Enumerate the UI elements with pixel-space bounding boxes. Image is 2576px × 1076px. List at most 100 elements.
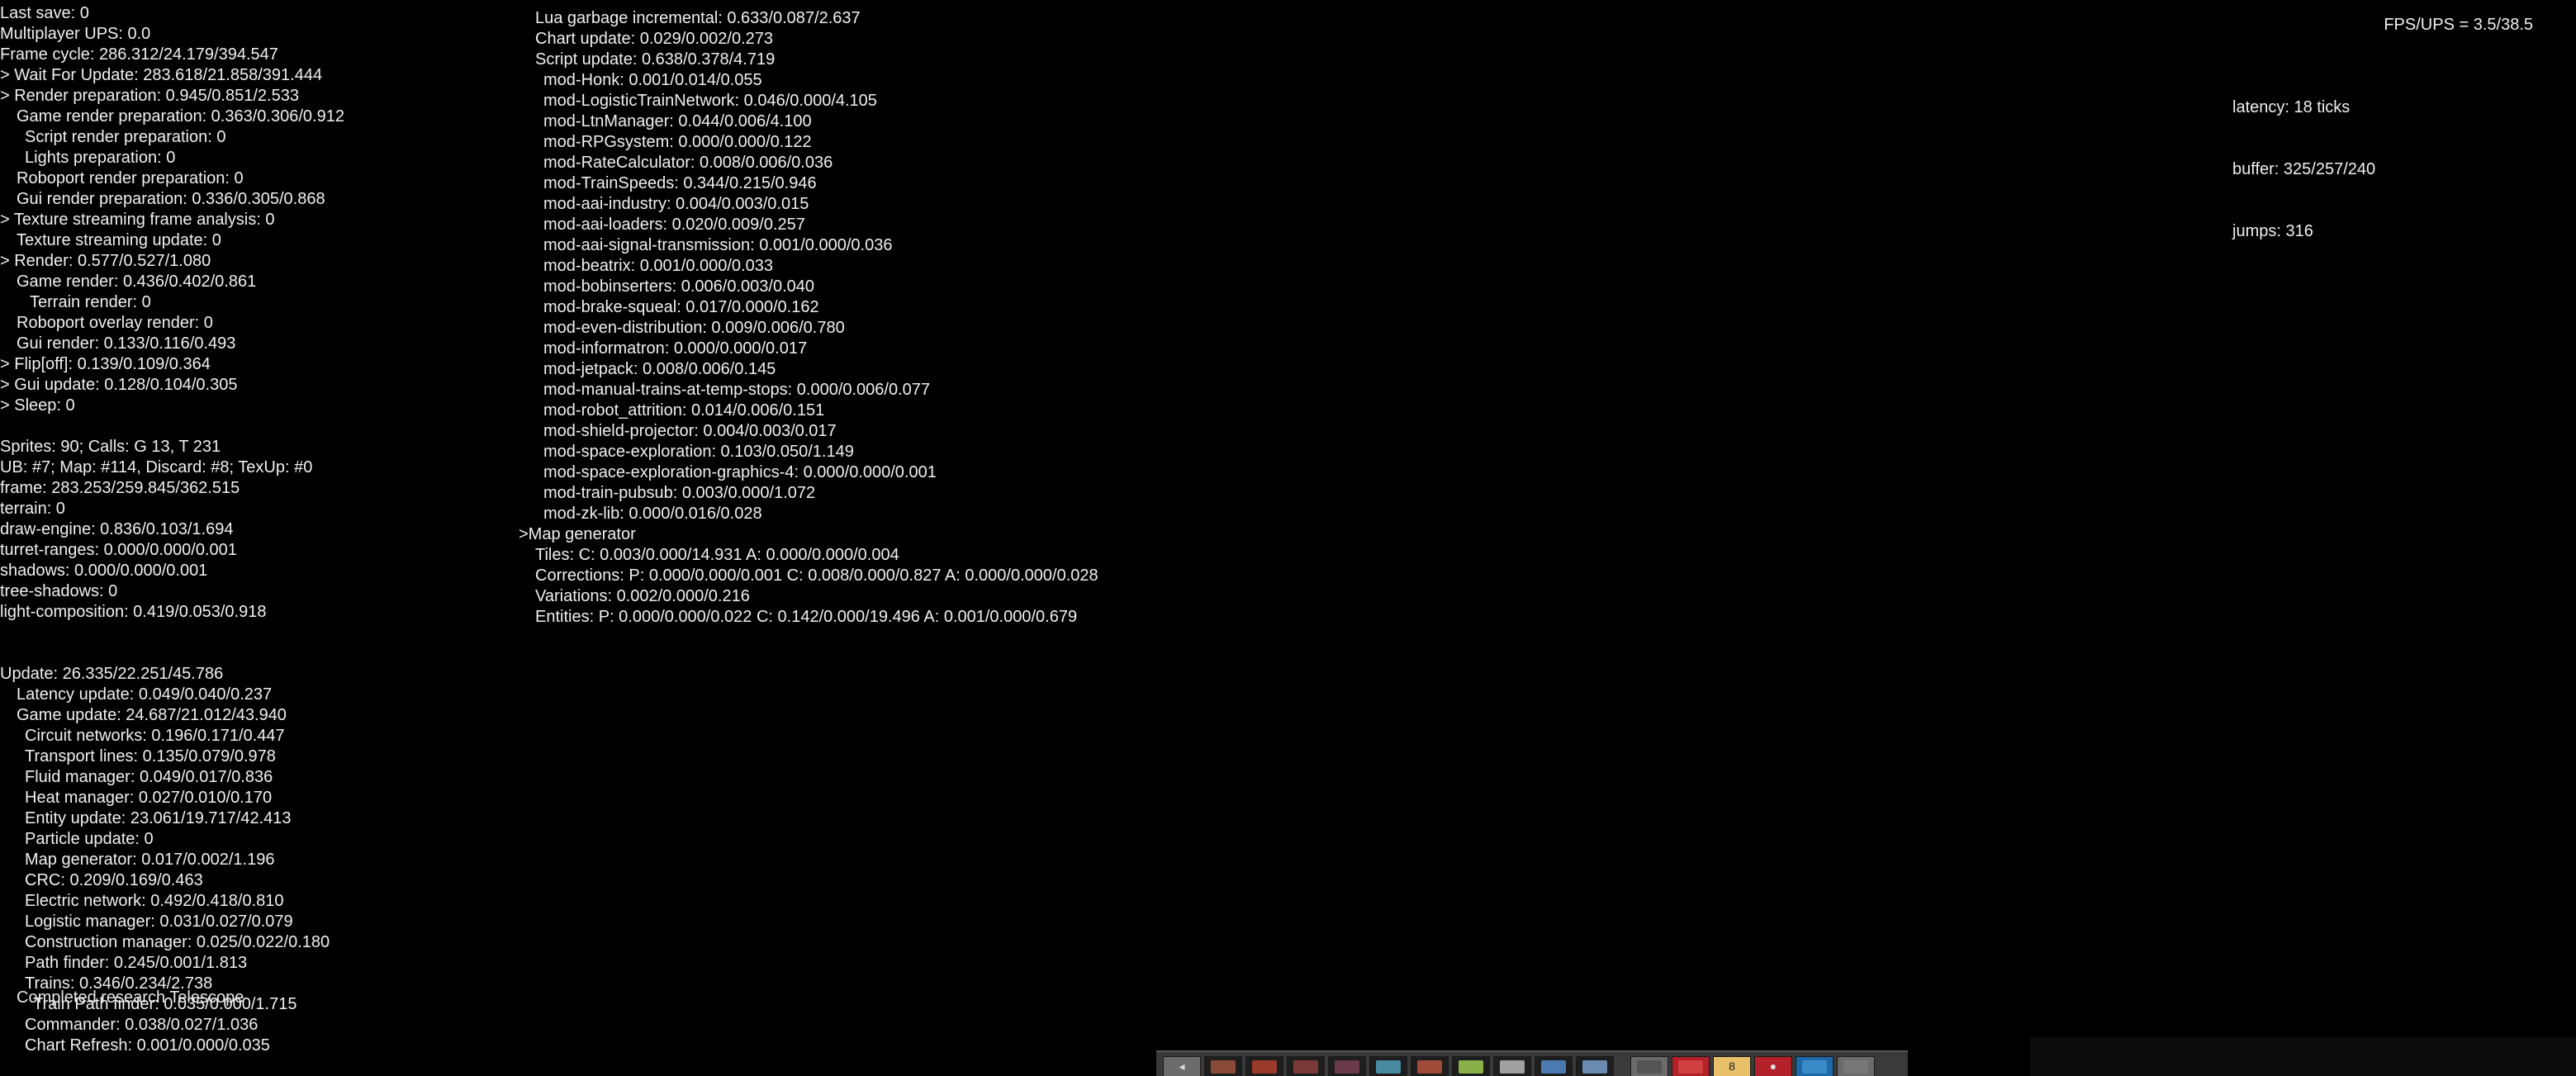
debug-stat-line: Script update: 0.638/0.378/4.719 — [535, 50, 776, 69]
debug-stat-line: Map generator: 0.017/0.002/1.196 — [25, 851, 275, 869]
debug-stat-line: Chart update: 0.029/0.002/0.273 — [535, 30, 774, 48]
debug-stat-line: terrain: 0 — [0, 500, 65, 518]
item-icon — [1459, 1059, 1483, 1074]
debug-stat-line: mod-robot_attrition: 0.014/0.006/0.151 — [543, 401, 825, 419]
item-icon — [1376, 1059, 1401, 1074]
debug-stat-line: mod-RPGsystem: 0.000/0.000/0.122 — [543, 133, 812, 151]
quickbar-slot-3[interactable] — [1287, 1056, 1325, 1076]
item-icon — [1802, 1059, 1827, 1074]
debug-stat-line: mod-RateCalculator: 0.008/0.006/0.036 — [543, 154, 833, 172]
debug-stat-line: Multiplayer UPS: 0.0 — [0, 25, 151, 43]
toolbar-button-6[interactable] — [1837, 1056, 1875, 1076]
debug-left-column: Last save: 0 Multiplayer UPS: 0.0 Frame cy… — [0, 3, 344, 1056]
item-icon — [1335, 1059, 1359, 1074]
debug-stat-line: Roboport render preparation: 0 — [17, 169, 244, 187]
debug-stat-line: Path finder: 0.245/0.001/1.813 — [25, 954, 248, 972]
item-icon — [1500, 1059, 1525, 1074]
toolbar-button-5[interactable] — [1796, 1056, 1834, 1076]
debug-stat-line: mod-aai-signal-transmission: 0.001/0.000… — [543, 236, 893, 254]
debug-stat-line: > Render: 0.577/0.527/1.080 — [0, 252, 211, 270]
debug-stat-line: Electric network: 0.492/0.418/0.810 — [25, 892, 284, 910]
debug-stat-line: mod-informatron: 0.000/0.000/0.017 — [543, 339, 808, 358]
debug-stat-line: Corrections: P: 0.000/0.000/0.001 C: 0.0… — [535, 566, 1098, 585]
toolbar-button-4[interactable]: ● — [1754, 1056, 1792, 1076]
debug-stat-line: Heat manager: 0.027/0.010/0.170 — [25, 789, 273, 807]
debug-stat-line: > Flip[off]: 0.139/0.109/0.364 — [0, 355, 211, 373]
debug-stat-line: mod-LogisticTrainNetwork: 0.046/0.000/4.… — [543, 92, 877, 110]
debug-stat-line: Particle update: 0 — [25, 830, 154, 848]
quickbar: ◂ 8 ● — [1156, 1050, 1908, 1076]
quickbar-slot-8[interactable] — [1493, 1056, 1531, 1076]
quickbar-slot-1[interactable] — [1204, 1056, 1242, 1076]
debug-stat-line: Update: 26.335/22.251/45.786 — [0, 665, 224, 683]
debug-stat-line: mod-brake-squeal: 0.017/0.000/0.162 — [543, 298, 819, 316]
debug-stat-line: mod-aai-industry: 0.004/0.003/0.015 — [543, 195, 809, 213]
debug-stat-line: mod-space-exploration: 0.103/0.050/1.149 — [543, 443, 854, 461]
research-notification: Completed research Telescope — [17, 988, 244, 1007]
debug-stat-line: Frame cycle: 286.312/24.179/394.547 — [0, 45, 278, 64]
quickbar-slot-7[interactable] — [1452, 1056, 1490, 1076]
item-icon — [1637, 1059, 1662, 1074]
debug-stat-line: shadows: 0.000/0.000/0.001 — [0, 562, 208, 580]
debug-stat-line: Latency update: 0.049/0.040/0.237 — [17, 685, 273, 704]
quickbar-slot-5[interactable] — [1369, 1056, 1407, 1076]
latency-text: latency: 18 ticks — [2232, 98, 2351, 116]
debug-stat-line: >Map generator — [519, 525, 636, 543]
debug-stat-line: Construction manager: 0.025/0.022/0.180 — [25, 933, 330, 951]
debug-stat-line: mod-bobinserters: 0.006/0.003/0.040 — [543, 277, 814, 296]
debug-stat-line: > Sleep: 0 — [0, 396, 75, 415]
debug-stat-line: Commander: 0.038/0.027/1.036 — [25, 1016, 259, 1034]
debug-stat-line: Texture streaming update: 0 — [17, 231, 221, 249]
debug-stat-line: mod-aai-loaders: 0.020/0.009/0.257 — [543, 216, 805, 234]
debug-stat-line: mod-manual-trains-at-temp-stops: 0.000/0… — [543, 381, 931, 399]
debug-stat-line: Chart Refresh: 0.001/0.000/0.035 — [25, 1036, 270, 1055]
item-icon — [1211, 1059, 1236, 1074]
item-icon — [1582, 1059, 1607, 1074]
debug-stat-line: Roboport overlay render: 0 — [17, 314, 213, 332]
fps-ups-readout: FPS/UPS = 3.5/38.5 — [2384, 16, 2533, 34]
debug-stat-line: Lua garbage incremental: 0.633/0.087/2.6… — [535, 9, 861, 27]
debug-stat-line: Tiles: C: 0.003/0.000/14.931 A: 0.000/0.… — [535, 546, 899, 564]
debug-stat-line: Sprites: 90; Calls: G 13, T 231 — [0, 438, 221, 456]
debug-stat-line: Variations: 0.002/0.000/0.216 — [535, 587, 750, 605]
debug-stat-line: tree-shadows: 0 — [0, 582, 118, 600]
debug-stat-line: mod-Honk: 0.001/0.014/0.055 — [543, 71, 762, 89]
item-icon — [1293, 1059, 1318, 1074]
debug-stat-line: Script render preparation: 0 — [25, 128, 226, 146]
debug-stat-line: Logistic manager: 0.031/0.027/0.079 — [25, 912, 293, 931]
debug-stat-line: UB: #7; Map: #114, Discard: #8; TexUp: #… — [0, 458, 313, 476]
quickbar-slot-back[interactable]: ◂ — [1163, 1056, 1201, 1076]
toolbar-button-1[interactable] — [1630, 1056, 1668, 1076]
debug-stat-line: mod-beatrix: 0.001/0.000/0.033 — [543, 257, 773, 275]
debug-stat-line: mod-train-pubsub: 0.003/0.000/1.072 — [543, 484, 816, 502]
quickbar-slot-9[interactable] — [1535, 1056, 1573, 1076]
debug-stat-line: mod-even-distribution: 0.009/0.006/0.780 — [543, 319, 845, 337]
toolbar-button-2[interactable] — [1672, 1056, 1710, 1076]
debug-stat-line: frame: 283.253/259.845/362.515 — [0, 479, 240, 497]
debug-stat-line: Fluid manager: 0.049/0.017/0.836 — [25, 768, 273, 786]
debug-stat-line: turret-ranges: 0.000/0.000/0.001 — [0, 541, 237, 559]
debug-stat-line: Gui render preparation: 0.336/0.305/0.86… — [17, 190, 325, 208]
item-icon — [1541, 1059, 1566, 1074]
debug-stat-line: Circuit networks: 0.196/0.171/0.447 — [25, 727, 285, 745]
network-stats: latency: 18 ticks buffer: 325/257/240 ju… — [2232, 56, 2375, 263]
jumps-text: jumps: 316 — [2232, 222, 2313, 240]
debug-stat-line: Terrain render: 0 — [30, 293, 151, 311]
debug-stat-line: draw-engine: 0.836/0.103/1.694 — [0, 520, 234, 538]
quickbar-slot-10[interactable] — [1576, 1056, 1614, 1076]
toolbar-button-3[interactable]: 8 — [1713, 1056, 1751, 1076]
item-icon — [1417, 1059, 1442, 1074]
debug-stat-line: > Wait For Update: 283.618/21.858/391.44… — [0, 66, 323, 84]
debug-stat-line: mod-LtnManager: 0.044/0.006/4.100 — [543, 112, 812, 130]
debug-stat-line: > Texture streaming frame analysis: 0 — [0, 211, 275, 229]
debug-stat-line: Game render preparation: 0.363/0.306/0.9… — [17, 107, 344, 126]
quickbar-slot-6[interactable] — [1411, 1056, 1449, 1076]
debug-stat-line: > Gui update: 0.128/0.104/0.305 — [0, 376, 238, 394]
debug-stat-line: mod-shield-projector: 0.004/0.003/0.017 — [543, 422, 837, 440]
quickbar-slot-2[interactable] — [1245, 1056, 1283, 1076]
item-icon — [1678, 1059, 1703, 1074]
quickbar-slot-4[interactable] — [1328, 1056, 1366, 1076]
quickbar-right-panel — [2030, 1037, 2576, 1076]
